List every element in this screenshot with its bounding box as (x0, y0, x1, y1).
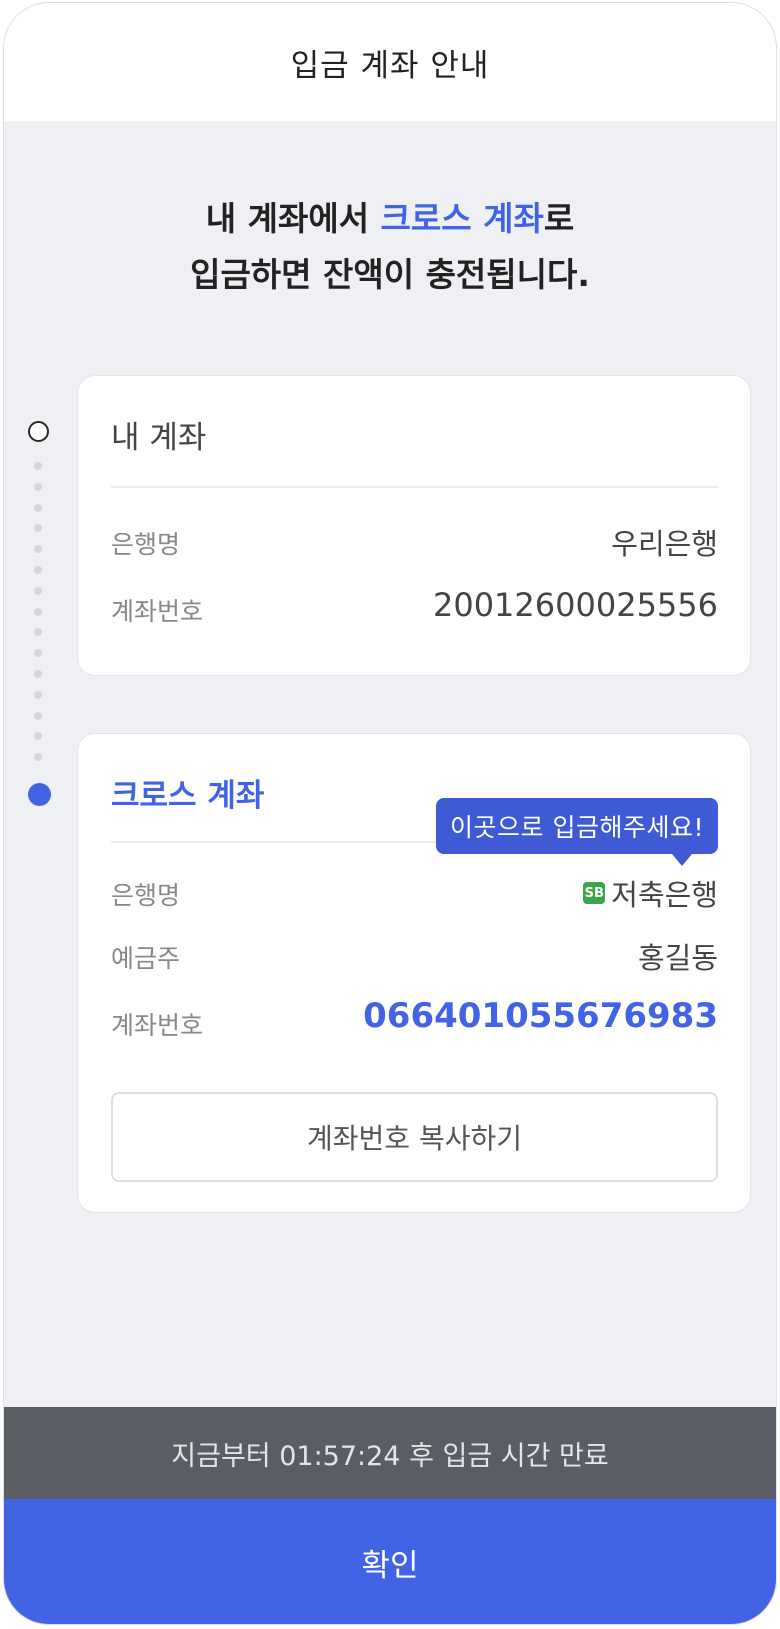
page-title: 입금 계좌 안내 (290, 47, 490, 84)
copy-account-number-button[interactable]: 계좌번호 복사하기 (111, 1092, 718, 1182)
divider (111, 486, 718, 488)
headline-text-post: 로 (543, 199, 575, 238)
headline-accent-text: 크로스 계좌 (380, 199, 544, 238)
confirm-button[interactable]: 확인 (4, 1499, 776, 1624)
deposit-guide-screen: 입금 계좌 안내 내 계좌에서 크로스 계좌로 입금하면 잔액이 충전됩니다. … (3, 2, 777, 1625)
confirm-button-label: 확인 (361, 1548, 419, 1584)
my-account-title: 내 계좌 (111, 420, 207, 456)
deposit-timer-bar: 지금부터 01:57:24 후 입금 시간 만료 (4, 1407, 776, 1499)
account-number-value: 066401055676983 (363, 996, 718, 1036)
header: 입금 계좌 안내 (4, 3, 776, 121)
bank-value: 우리은행 (611, 527, 718, 561)
deposit-here-tooltip: 이곳으로 입금해주세요! (436, 798, 718, 866)
account-holder-value: 홍길동 (637, 941, 718, 975)
my-account-card: 내 계좌 은행명 우리은행 계좌번호 20012600025556 (77, 375, 751, 676)
account-number-value: 20012600025556 (432, 586, 718, 624)
account-number-label: 계좌번호 (111, 597, 204, 626)
bank-value: 저축은행 (611, 878, 718, 912)
account-number-label: 계좌번호 (111, 1011, 204, 1040)
headline-line-1: 내 계좌에서 크로스 계좌로 (4, 191, 776, 247)
bank-value-group: SB 저축은행 (583, 872, 718, 914)
headline-text-pre: 내 계좌에서 (205, 199, 381, 238)
timeline-end-dot (28, 783, 51, 806)
headline-line-2: 입금하면 잔액이 충전됩니다. (190, 255, 590, 294)
timer-text: 지금부터 01:57:24 후 입금 시간 만료 (171, 1440, 609, 1472)
cross-account-title: 크로스 계좌 (111, 778, 265, 814)
account-holder-label: 예금주 (111, 944, 181, 973)
bank-label: 은행명 (111, 881, 181, 910)
bank-label: 은행명 (111, 530, 181, 559)
headline: 내 계좌에서 크로스 계좌로 입금하면 잔액이 충전됩니다. (4, 191, 776, 303)
timeline-start-dot (28, 421, 49, 442)
savings-bank-logo-icon: SB (583, 882, 606, 904)
cross-account-card: 크로스 계좌 이곳으로 입금해주세요! 은행명 SB 저축은행 예금주 홍길동 … (77, 733, 751, 1213)
timeline-dotted-line (34, 462, 44, 774)
